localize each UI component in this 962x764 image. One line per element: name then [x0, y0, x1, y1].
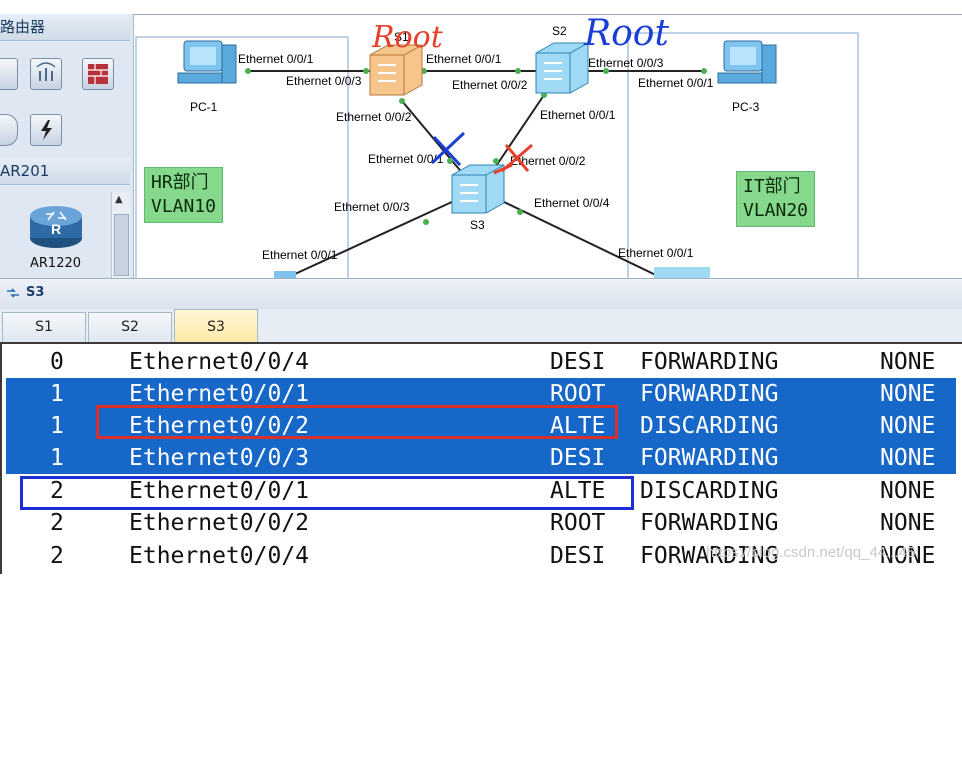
- s2-switch[interactable]: S2: [535, 24, 589, 94]
- pc3-label: PC-3: [732, 100, 760, 114]
- port-label: Ethernet 0/0/1: [238, 52, 314, 66]
- palette-subcategory-header[interactable]: AR201: [0, 158, 130, 185]
- s3-label: S3: [470, 218, 485, 232]
- port-protection: NONE: [880, 510, 936, 536]
- port-label: Ethernet 0/0/3: [588, 56, 664, 70]
- port-protection: NONE: [880, 349, 936, 375]
- vlan-it-box: IT部门 VLAN20: [736, 171, 816, 227]
- port-state: FORWARDING: [640, 510, 779, 536]
- cli-window-titlebar[interactable]: S3: [0, 278, 962, 310]
- port-label: Ethernet 0/0/1: [638, 76, 714, 90]
- instance-id: 1: [50, 413, 64, 439]
- cloud-icon[interactable]: [0, 114, 18, 146]
- port-protection: NONE: [880, 413, 936, 439]
- wireless-router-icon[interactable]: [30, 58, 62, 90]
- port-state: FORWARDING: [640, 381, 779, 407]
- root-annotation-blue: Root: [583, 15, 669, 54]
- power-link-icon[interactable]: [30, 114, 62, 146]
- instance-id: 1: [50, 445, 64, 471]
- pc1-label: PC-1: [190, 100, 218, 114]
- port-label: Ethernet 0/0/2: [452, 78, 528, 92]
- s3-switch[interactable]: S3: [451, 164, 505, 232]
- port-state: FORWARDING: [640, 445, 779, 471]
- device-label: AR1220: [30, 256, 82, 271]
- instance-id: 2: [50, 510, 64, 536]
- watermark: https://blog.csdn.net/qq_44...45: [706, 544, 916, 561]
- port-label: Ethernet 0/0/3: [286, 74, 362, 88]
- port-role: DESI: [550, 349, 606, 375]
- palette-subcategory-label: AR201: [0, 162, 50, 180]
- instance-id: 0: [50, 349, 64, 375]
- vlan-hr-box: HR部门 VLAN10: [144, 167, 224, 223]
- port-label: Ethernet 0/0/1: [368, 152, 444, 166]
- ar1220-device[interactable]: R AR1220: [24, 198, 94, 274]
- cli-terminal[interactable]: 0 Ethernet0/0/4 DESI FORWARDING NONE 1 E…: [0, 344, 962, 574]
- s2-label: S2: [552, 24, 567, 38]
- port-state: DISCARDING: [640, 478, 779, 504]
- tab-s3[interactable]: S3: [174, 309, 258, 342]
- palette-scrollbar[interactable]: ▲: [111, 192, 130, 278]
- port-protection: NONE: [880, 478, 936, 504]
- port-name: Ethernet0/0/4: [129, 349, 310, 375]
- switch-icon: [535, 42, 589, 94]
- port-state: DISCARDING: [640, 413, 779, 439]
- pc3-device[interactable]: PC-3: [717, 40, 777, 114]
- tab-s1[interactable]: S1: [2, 312, 86, 342]
- device-palette: 路由器 AR201 R AR1220 ▲: [0, 14, 134, 278]
- tab-label: S1: [35, 319, 53, 335]
- highlight-box-blue: [20, 476, 634, 510]
- port-label: Ethernet 0/0/1: [618, 246, 694, 260]
- switch-window-icon: [7, 288, 19, 298]
- instance-id: 2: [50, 543, 64, 569]
- stp-row[interactable]: 0 Ethernet0/0/4 DESI FORWARDING NONE: [6, 346, 956, 378]
- router-device-icon: R: [30, 206, 82, 248]
- pc1-device[interactable]: PC-1: [177, 40, 237, 114]
- port-protection: NONE: [880, 445, 936, 471]
- tab-s2[interactable]: S2: [88, 312, 172, 342]
- topology-canvas[interactable]: PC-1 S1 S2 PC-3 S3 Ethernet 0/0/1 Ethern…: [134, 14, 962, 279]
- tab-label: S2: [121, 319, 139, 335]
- port-label: Ethernet 0/0/1: [540, 108, 616, 122]
- port-role: DESI: [550, 445, 606, 471]
- link-s3-right[interactable]: [501, 200, 665, 279]
- stp-row[interactable]: 2 Ethernet0/0/2 ROOT FORWARDING NONE: [6, 507, 956, 539]
- port-name: Ethernet0/0/3: [129, 445, 310, 471]
- port-role: DESI: [550, 543, 606, 569]
- firewall-icon[interactable]: [82, 58, 114, 90]
- scroll-up-arrow-icon[interactable]: ▲: [115, 194, 123, 205]
- scroll-thumb[interactable]: [114, 214, 129, 276]
- port-label: Ethernet 0/0/3: [334, 200, 410, 214]
- port-protection: NONE: [880, 381, 936, 407]
- port-label: Ethernet 0/0/2: [336, 110, 412, 124]
- port-name: Ethernet0/0/2: [129, 510, 310, 536]
- palette-category-label: 路由器: [0, 18, 46, 36]
- router-icon[interactable]: [0, 58, 18, 90]
- tab-label: S3: [207, 319, 225, 335]
- port-role: ROOT: [550, 510, 606, 536]
- device-tabs: S1 S2 S3: [0, 309, 962, 344]
- instance-id: 1: [50, 381, 64, 407]
- port-label: Ethernet 0/0/1: [262, 248, 338, 262]
- router-letter: R: [51, 221, 61, 237]
- palette-category-header[interactable]: 路由器: [0, 14, 130, 41]
- root-annotation-red: Root: [371, 20, 444, 55]
- highlight-box-red: [96, 405, 618, 439]
- window-title: S3: [26, 285, 45, 300]
- stp-row[interactable]: 1 Ethernet0/0/3 DESI FORWARDING NONE: [6, 442, 956, 474]
- port-label: Ethernet 0/0/4: [534, 196, 610, 210]
- port-name: Ethernet0/0/4: [129, 543, 310, 569]
- port-state: FORWARDING: [640, 349, 779, 375]
